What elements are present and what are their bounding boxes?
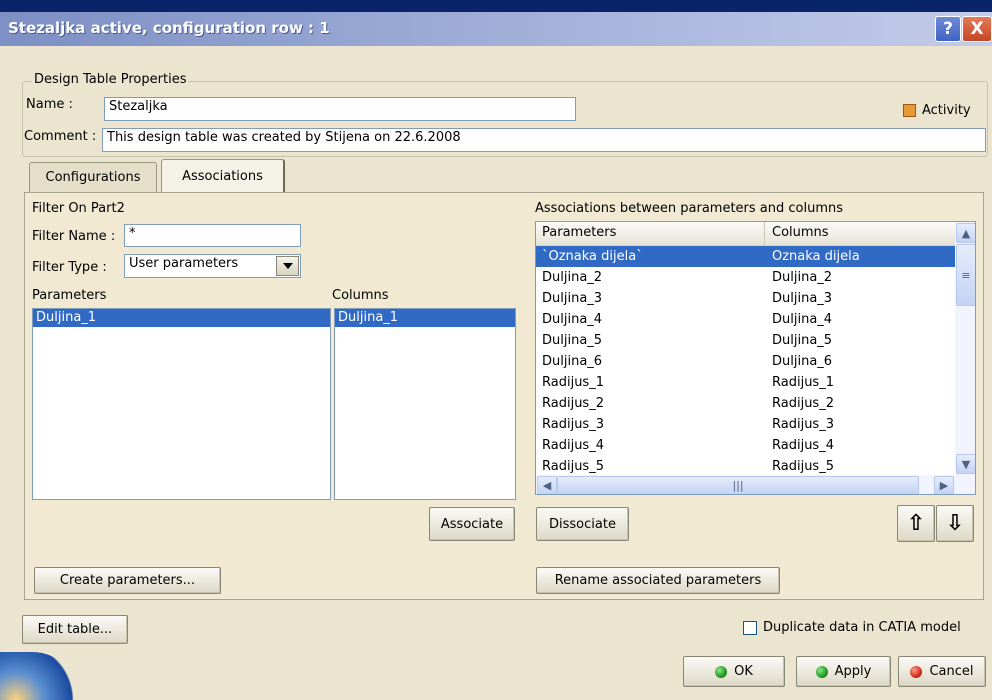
arrow-down-icon[interactable]: ⇩	[936, 505, 974, 542]
row-column: Radijus_3	[772, 417, 834, 432]
activity-checkbox[interactable]	[903, 104, 916, 117]
table-row[interactable]: Radijus_2 Radijus_2	[536, 393, 955, 414]
columns-list[interactable]: Duljina_1	[334, 308, 516, 500]
row-parameter: Duljina_2	[542, 270, 603, 285]
row-column: Duljina_6	[772, 354, 833, 369]
table-row[interactable]: Duljina_6 Duljina_6	[536, 351, 955, 372]
table-row[interactable]: Radijus_5 Radijus_5	[536, 456, 955, 477]
associations-table[interactable]: Parameters Columns `Oznaka dijela` Oznaka…	[535, 221, 976, 495]
help-icon[interactable]: ?	[935, 16, 961, 42]
properties-legend: Design Table Properties	[32, 72, 189, 87]
row-column: Duljina_3	[772, 291, 833, 306]
table-row[interactable]: Radijus_3 Radijus_3	[536, 414, 955, 435]
table-header: Parameters Columns	[536, 222, 955, 246]
name-label: Name :	[26, 97, 73, 112]
filter-name-label: Filter Name :	[32, 229, 116, 244]
scroll-up-icon[interactable]: ▲	[956, 223, 975, 243]
row-column: Duljina_2	[772, 270, 833, 285]
cancel-icon	[910, 665, 923, 678]
row-parameter: Radijus_1	[542, 375, 604, 390]
arrow-up-icon[interactable]: ⇧	[897, 505, 935, 542]
row-parameter: `Oznaka dijela`	[542, 249, 643, 264]
ok-button[interactable]: OK	[683, 656, 785, 687]
edit-table-button[interactable]: Edit table...	[22, 615, 128, 644]
filter-type-select[interactable]: User parameters	[124, 254, 301, 278]
cancel-button[interactable]: Cancel	[898, 656, 986, 687]
row-parameter: Radijus_2	[542, 396, 604, 411]
rename-associated-parameters-button[interactable]: Rename associated parameters	[536, 567, 780, 594]
comment-field[interactable]: This design table was created by Stijena…	[102, 128, 986, 152]
associate-button[interactable]: Associate	[429, 507, 515, 541]
table-row[interactable]: Radijus_4 Radijus_4	[536, 435, 955, 456]
tab-configurations[interactable]: Configurations	[29, 162, 157, 192]
horizontal-thumb[interactable]: |||	[557, 476, 919, 494]
row-column: Radijus_5	[772, 459, 834, 474]
row-parameter: Duljina_6	[542, 354, 603, 369]
associations-title: Associations between parameters and colu…	[535, 201, 844, 216]
header-columns[interactable]: Columns	[772, 225, 829, 240]
tab-associations[interactable]: Associations	[161, 159, 285, 192]
filter-name-input[interactable]: *	[124, 224, 301, 247]
table-row[interactable]: `Oznaka dijela` Oznaka dijela	[536, 246, 955, 267]
parameters-header: Parameters	[32, 288, 107, 303]
table-row[interactable]: Duljina_5 Duljina_5	[536, 330, 955, 351]
row-column: Radijus_1	[772, 375, 834, 390]
row-column: Oznaka dijela	[772, 249, 860, 264]
duplicate-data-label: Duplicate data in CATIA model	[763, 620, 961, 635]
row-column: Duljina_4	[772, 312, 833, 327]
row-parameter: Radijus_3	[542, 417, 604, 432]
parameters-list[interactable]: Duljina_1	[32, 308, 331, 500]
column-item[interactable]: Duljina_1	[335, 309, 515, 327]
header-parameters[interactable]: Parameters	[542, 225, 616, 240]
scroll-right-icon[interactable]: ▶	[934, 476, 954, 494]
table-row[interactable]: Duljina_4 Duljina_4	[536, 309, 955, 330]
close-icon[interactable]: X	[962, 16, 992, 42]
horizontal-scrollbar[interactable]: ◀ ||| ▶	[536, 475, 975, 494]
filter-title: Filter On Part2	[32, 201, 125, 216]
scroll-down-icon[interactable]: ▼	[956, 454, 975, 474]
ok-label: OK	[734, 664, 753, 679]
row-column: Radijus_2	[772, 396, 834, 411]
row-column: Radijus_4	[772, 438, 834, 453]
apply-label: Apply	[834, 664, 872, 679]
dropdown-arrow-icon[interactable]	[276, 256, 299, 276]
table-row[interactable]: Duljina_2 Duljina_2	[536, 267, 955, 288]
row-parameter: Duljina_5	[542, 333, 603, 348]
cancel-label: Cancel	[929, 664, 974, 679]
row-parameter: Radijus_4	[542, 438, 604, 453]
window-title: Stezaljka active, configuration row : 1	[8, 19, 330, 37]
table-row[interactable]: Duljina_3 Duljina_3	[536, 288, 955, 309]
parameter-item[interactable]: Duljina_1	[33, 309, 330, 327]
dissociate-button[interactable]: Dissociate	[536, 507, 629, 541]
comment-label: Comment :	[24, 129, 97, 144]
ok-icon	[715, 665, 728, 678]
association-rows: `Oznaka dijela` Oznaka dijela Duljina_2 Dul…	[536, 246, 955, 477]
duplicate-data-checkbox[interactable]	[743, 621, 757, 635]
filter-type-label: Filter Type :	[32, 260, 107, 275]
create-parameters-button[interactable]: Create parameters...	[34, 567, 221, 594]
scrollbar-thumb[interactable]: ≡	[956, 244, 975, 306]
row-parameter: Duljina_3	[542, 291, 603, 306]
row-parameter: Duljina_4	[542, 312, 603, 327]
activity-label: Activity	[922, 103, 971, 118]
table-row[interactable]: Radijus_1 Radijus_1	[536, 372, 955, 393]
name-field[interactable]: Stezaljka	[104, 97, 576, 121]
apply-button[interactable]: Apply	[796, 656, 891, 687]
window-frame	[0, 0, 992, 12]
vertical-scrollbar[interactable]: ▲ ≡ ▼	[955, 222, 975, 475]
columns-header: Columns	[332, 288, 389, 303]
row-parameter: Radijus_5	[542, 459, 604, 474]
row-column: Duljina_5	[772, 333, 833, 348]
scroll-left-icon[interactable]: ◀	[537, 476, 557, 494]
apply-icon	[815, 665, 828, 678]
